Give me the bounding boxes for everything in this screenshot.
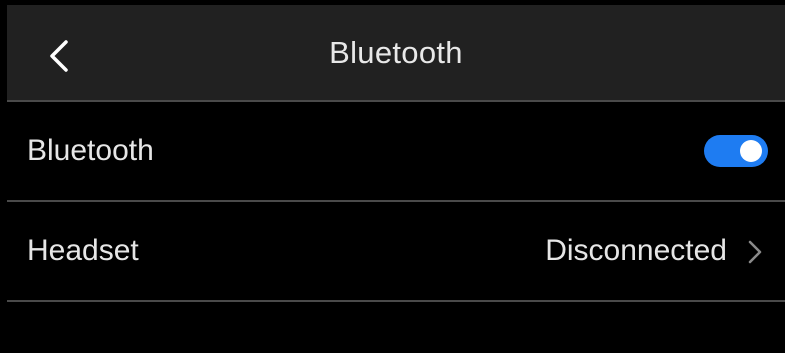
headset-label: Headset — [27, 234, 139, 267]
bluetooth-label: Bluetooth — [27, 134, 154, 167]
empty-list-area — [7, 304, 785, 353]
bluetooth-toggle[interactable] — [704, 135, 768, 167]
divider — [7, 300, 785, 302]
chevron-right-icon — [748, 240, 762, 264]
bluetooth-setting-row[interactable]: Bluetooth — [7, 102, 785, 200]
chevron-left-icon — [50, 40, 68, 72]
headset-setting-row[interactable]: Headset Disconnected — [7, 202, 785, 300]
headset-status: Disconnected — [545, 234, 727, 267]
back-button[interactable] — [35, 32, 83, 80]
toggle-knob — [740, 140, 762, 162]
top-app-bar: Bluetooth — [7, 5, 785, 100]
page-title: Bluetooth — [329, 35, 463, 70]
